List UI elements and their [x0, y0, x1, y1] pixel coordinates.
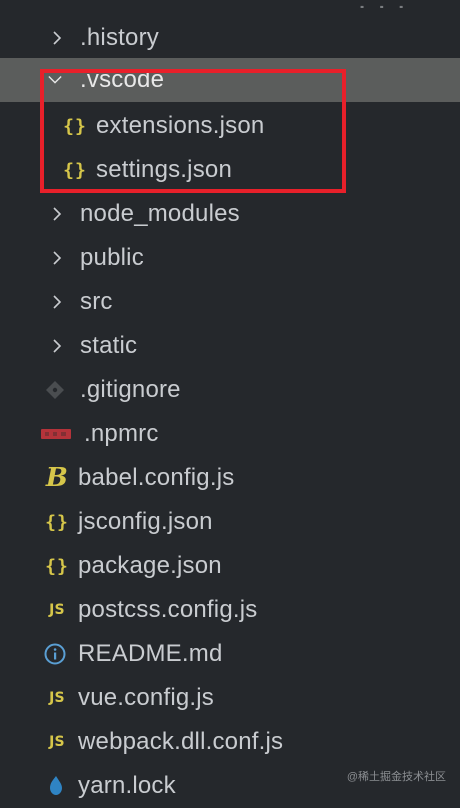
file-row-npmrc[interactable]: .npmrc — [0, 412, 460, 456]
chevron-right-icon — [50, 251, 64, 265]
file-row-readme[interactable]: README.md — [0, 632, 460, 676]
js-icon: JS — [49, 690, 65, 706]
yarn-icon — [44, 775, 68, 797]
file-label: settings.json — [96, 156, 233, 183]
folder-label: public — [80, 244, 144, 271]
file-label: package.json — [78, 552, 222, 579]
file-row-webpack-dll-conf[interactable]: JS webpack.dll.conf.js — [0, 720, 460, 764]
folder-label: .history — [80, 24, 159, 51]
folder-row-static[interactable]: static — [0, 324, 460, 368]
folder-label: src — [80, 288, 113, 315]
chevron-right-icon — [50, 295, 64, 309]
file-label: vue.config.js — [78, 684, 215, 711]
file-row-package-json[interactable]: {} package.json — [0, 544, 460, 588]
babel-icon: B — [45, 463, 69, 493]
file-row-settings-json[interactable]: {} settings.json — [0, 148, 460, 192]
folder-label: static — [80, 332, 138, 359]
file-label: yarn.lock — [78, 772, 176, 799]
json-braces-icon: {} — [45, 511, 69, 533]
chevron-right-icon — [50, 31, 64, 45]
js-icon: JS — [49, 734, 65, 750]
folder-row-node-modules[interactable]: node_modules — [0, 192, 460, 236]
folder-row-vscode[interactable]: .vscode — [0, 58, 460, 102]
chevron-right-icon — [50, 207, 64, 221]
partial-toolbar-icons: ▪ ▪ ▪ — [360, 0, 410, 8]
file-label: README.md — [78, 640, 223, 667]
file-label: webpack.dll.conf.js — [78, 728, 284, 755]
file-label: .npmrc — [84, 420, 159, 447]
watermark: @稀土掘金技术社区 — [346, 771, 446, 783]
json-braces-icon: {} — [63, 159, 87, 181]
js-icon: JS — [49, 602, 65, 618]
folder-row-src[interactable]: src — [0, 280, 460, 324]
json-braces-icon: {} — [63, 115, 87, 137]
chevron-down-icon — [48, 73, 62, 87]
file-row-vue-config[interactable]: JS vue.config.js — [0, 676, 460, 720]
folder-label: node_modules — [80, 200, 240, 227]
file-row-extensions-json[interactable]: {} extensions.json — [0, 104, 460, 148]
git-diamond-icon — [42, 380, 68, 400]
file-row-postcss-config[interactable]: JS postcss.config.js — [0, 588, 460, 632]
file-label: jsconfig.json — [78, 508, 213, 535]
folder-row-history[interactable]: .history — [0, 16, 460, 60]
json-braces-icon: {} — [45, 555, 69, 577]
folder-row-public[interactable]: public — [0, 236, 460, 280]
file-label: postcss.config.js — [78, 596, 258, 623]
file-row-jsconfig[interactable]: {} jsconfig.json — [0, 500, 460, 544]
npm-icon — [40, 428, 72, 440]
file-label: extensions.json — [96, 112, 265, 139]
file-row-babel-config[interactable]: B babel.config.js — [0, 456, 460, 500]
info-circle-icon — [42, 643, 68, 665]
chevron-right-icon — [50, 339, 64, 353]
file-label: .gitignore — [80, 376, 181, 403]
file-explorer: ▪ ▪ ▪ .history .vscode {} extensions.jso… — [0, 0, 460, 800]
file-label: babel.config.js — [78, 464, 235, 491]
folder-label: .vscode — [80, 66, 165, 93]
file-row-gitignore[interactable]: .gitignore — [0, 368, 460, 412]
